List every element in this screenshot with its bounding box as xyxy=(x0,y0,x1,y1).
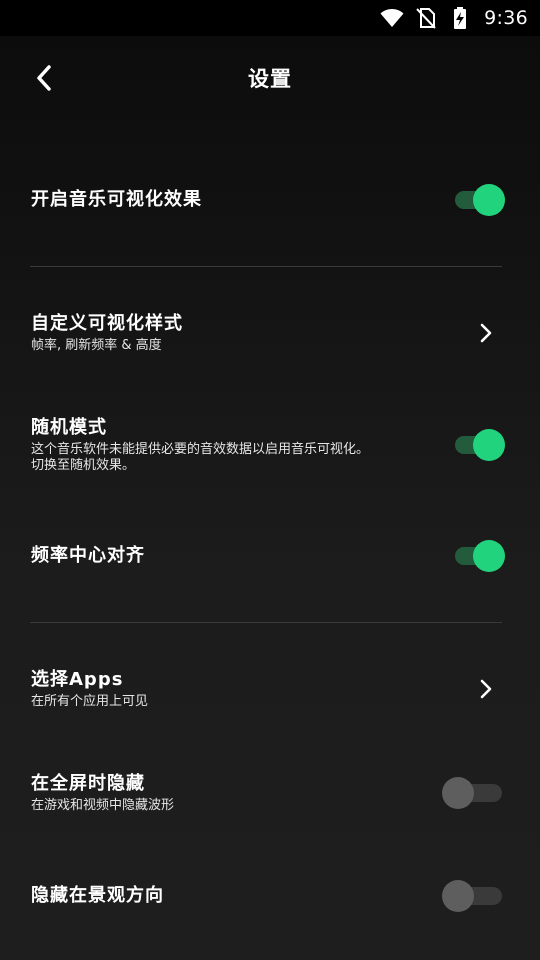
setting-subtitle: 在游戏和视频中隐藏波形 xyxy=(31,798,175,813)
setting-row-custom-style[interactable]: 自定义可视化样式 帧率, 刷新频率 & 高度 xyxy=(0,300,540,366)
setting-title: 选择Apps xyxy=(31,669,124,690)
app-bar: 设置 xyxy=(0,36,540,120)
status-time: 9:36 xyxy=(484,7,528,29)
setting-row-visualizer[interactable]: 开启音乐可视化效果 xyxy=(0,168,540,232)
hide-fullscreen-toggle[interactable] xyxy=(442,777,504,809)
back-button[interactable] xyxy=(24,58,64,98)
setting-subtitle: 在所有个应用上可见 xyxy=(31,694,149,709)
no-sim-icon xyxy=(414,6,438,30)
setting-subtitle: 帧率, 刷新频率 & 高度 xyxy=(31,338,162,353)
setting-title: 频率中心对齐 xyxy=(31,545,145,566)
toggle-thumb xyxy=(473,540,505,572)
toggle-thumb xyxy=(442,880,474,912)
setting-title: 隐藏在景观方向 xyxy=(31,885,164,906)
status-bar: 9:36 xyxy=(0,0,540,36)
chevron-right-icon xyxy=(474,321,498,345)
setting-row-hide-fullscreen[interactable]: 在全屏时隐藏 在游戏和视频中隐藏波形 xyxy=(0,760,540,826)
setting-subtitle: 这个音乐软件未能提供必要的音效数据以启用音乐可视化。 xyxy=(31,442,370,457)
setting-title: 自定义可视化样式 xyxy=(31,313,183,334)
chevron-left-icon xyxy=(37,65,51,91)
toggle-thumb xyxy=(442,777,474,809)
wifi-icon xyxy=(380,6,404,30)
center-align-toggle[interactable] xyxy=(453,540,505,572)
settings-screen: 9:36 设置 开启音乐可视化效果 自定义可视化样式 帧率, 刷新频率 & 高度… xyxy=(0,0,540,960)
setting-subtitle: 切换至随机效果。 xyxy=(31,458,136,473)
visualizer-toggle[interactable] xyxy=(453,184,505,216)
page-title: 设置 xyxy=(248,67,292,91)
divider xyxy=(30,266,502,267)
toggle-thumb xyxy=(473,429,505,461)
toggle-thumb xyxy=(473,184,505,216)
random-mode-toggle[interactable] xyxy=(453,429,505,461)
battery-charging-icon xyxy=(448,6,472,30)
setting-title: 在全屏时隐藏 xyxy=(31,773,145,794)
divider xyxy=(30,622,502,623)
setting-row-select-apps[interactable]: 选择Apps 在所有个应用上可见 xyxy=(0,656,540,722)
chevron-right-icon xyxy=(474,677,498,701)
setting-title: 开启音乐可视化效果 xyxy=(31,189,202,210)
hide-landscape-toggle[interactable] xyxy=(442,880,504,912)
setting-title: 随机模式 xyxy=(31,417,107,438)
setting-row-center-align[interactable]: 频率中心对齐 xyxy=(0,524,540,588)
setting-row-hide-landscape[interactable]: 隐藏在景观方向 xyxy=(0,864,540,928)
setting-row-random-mode[interactable]: 随机模式 这个音乐软件未能提供必要的音效数据以启用音乐可视化。 切换至随机效果。 xyxy=(0,408,540,484)
